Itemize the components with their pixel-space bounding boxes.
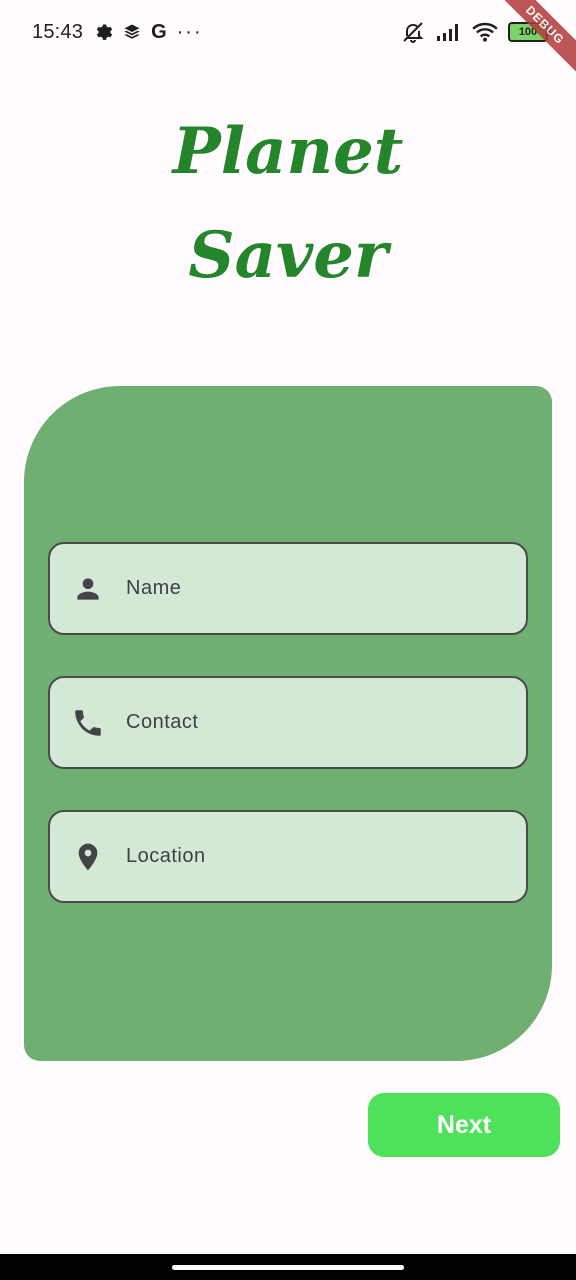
name-field-label: Name	[126, 577, 182, 599]
app-title: Planet Saver	[0, 100, 576, 308]
contact-field-label: Contact	[126, 711, 199, 733]
status-bar-right: 100	[400, 20, 551, 44]
location-pin-icon	[70, 839, 106, 875]
status-bar-left: 15:43 G ···	[32, 21, 203, 44]
form-card: Name Contact Location	[24, 386, 552, 1061]
settings-icon	[93, 22, 113, 42]
name-field[interactable]: Name	[48, 542, 528, 635]
mute-icon	[400, 20, 426, 44]
home-gesture-handle[interactable]	[172, 1265, 404, 1270]
status-time: 15:43	[32, 20, 84, 43]
next-button[interactable]: Next	[368, 1093, 560, 1157]
person-icon	[70, 571, 106, 607]
status-bar: 15:43 G ··· 100	[0, 0, 576, 64]
more-notifications-icon: ···	[176, 20, 203, 43]
google-icon: G	[151, 20, 167, 43]
app-title-line-2: Saver	[188, 218, 388, 293]
phone-icon	[70, 705, 106, 741]
contact-field[interactable]: Contact	[48, 676, 528, 769]
layers-icon	[123, 23, 141, 41]
navigation-bar	[0, 1254, 576, 1280]
app-title-line-1: Planet	[172, 114, 404, 189]
signal-icon	[436, 22, 462, 42]
wifi-icon	[472, 21, 498, 43]
location-field-label: Location	[126, 845, 206, 867]
location-field[interactable]: Location	[48, 810, 528, 903]
